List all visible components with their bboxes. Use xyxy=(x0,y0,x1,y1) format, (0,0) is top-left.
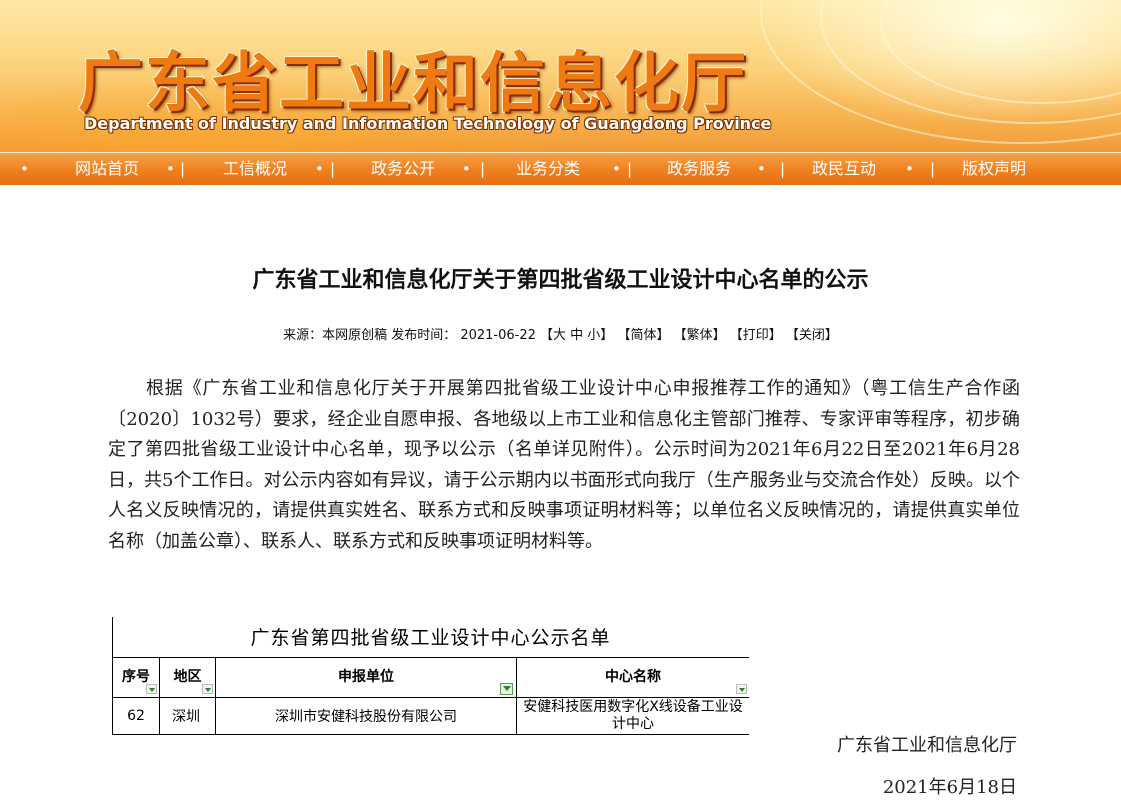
nav-bullet: • xyxy=(166,160,175,178)
table-border xyxy=(112,734,749,735)
table-cell-applicant: 深圳市安健科技股份有限公司 xyxy=(275,709,457,725)
site-subtitle: Department of Industry and Information T… xyxy=(84,114,772,133)
article-meta: 来源：本网原创稿 发布时间： 2021-06-22 【大 中 小】 【简体】 【… xyxy=(0,324,1121,343)
nav-separator: | xyxy=(330,160,336,178)
filter-dropdown-icon[interactable] xyxy=(736,684,747,694)
close-button[interactable]: 【关闭】 xyxy=(786,328,838,343)
nav-item-overview[interactable]: 工信概况 xyxy=(223,153,287,185)
nav-bullet: • xyxy=(20,160,29,178)
nav-bullet: • xyxy=(757,160,766,178)
filter-dropdown-icon[interactable] xyxy=(202,684,213,694)
table-cell-index: 62 xyxy=(127,708,145,724)
table-cell-region: 深圳 xyxy=(172,709,200,725)
nav-separator: | xyxy=(930,160,936,178)
font-size-control[interactable]: 【大 中 小】 xyxy=(540,328,613,343)
site-title: 广东省工业和信息化厅 xyxy=(78,46,749,121)
column-header-applicant: 申报单位 xyxy=(338,669,394,685)
article-title: 广东省工业和信息化厅关于第四批省级工业设计中心名单的公示 xyxy=(252,268,869,293)
header-banner: 广东省工业和信息化厅 Department of Industry and In… xyxy=(0,0,1121,152)
table-border xyxy=(112,697,749,698)
signature-org: 广东省工业和信息化厅 xyxy=(837,735,1017,756)
traditional-button[interactable]: 【繁体】 xyxy=(674,328,726,343)
main-nav: • 网站首页 • | 工信概况 • | 政务公开 • | 业务分类 • | 政务… xyxy=(0,152,1121,185)
nav-item-services[interactable]: 政务服务 xyxy=(667,153,731,185)
column-header-center-name: 中心名称 xyxy=(605,669,661,685)
nav-bullet: • xyxy=(905,160,914,178)
nav-bullet: • xyxy=(612,160,621,178)
center-list-table: 广东省第四批省级工业设计中心公示名单 序号 地区 申报单位 中心名称 62 深圳… xyxy=(112,617,749,735)
signature-date: 2021年6月18日 xyxy=(882,777,1017,798)
nav-bullet: • xyxy=(315,160,324,178)
nav-separator: | xyxy=(480,160,486,178)
nav-item-home[interactable]: 网站首页 xyxy=(75,153,139,185)
nav-separator: | xyxy=(627,160,633,178)
table-title: 广东省第四批省级工业设计中心公示名单 xyxy=(250,627,611,649)
nav-item-public-affairs[interactable]: 政务公开 xyxy=(371,153,435,185)
nav-separator: | xyxy=(780,160,786,178)
table-cell-center-name: 安健科技医用数字化X线设备工业设计中心 xyxy=(523,699,743,732)
filter-dropdown-icon[interactable] xyxy=(146,684,157,694)
simplified-button[interactable]: 【简体】 xyxy=(617,328,669,343)
article-body: 根据《广东省工业和信息化厅关于开展第四批省级工业设计中心申报推荐工作的通知》（粤… xyxy=(108,374,1020,557)
nav-item-business[interactable]: 业务分类 xyxy=(516,153,580,185)
nav-item-copyright[interactable]: 版权声明 xyxy=(962,153,1026,185)
filter-active-icon[interactable] xyxy=(500,683,513,695)
article-source-date: 来源：本网原创稿 发布时间： 2021-06-22 xyxy=(283,328,536,343)
print-button[interactable]: 【打印】 xyxy=(730,328,782,343)
nav-separator: | xyxy=(180,160,186,178)
body-paragraph: 根据《广东省工业和信息化厅关于开展第四批省级工业设计中心申报推荐工作的通知》（粤… xyxy=(108,378,1020,552)
nav-bullet: • xyxy=(462,160,471,178)
nav-item-interaction[interactable]: 政民互动 xyxy=(812,153,876,185)
